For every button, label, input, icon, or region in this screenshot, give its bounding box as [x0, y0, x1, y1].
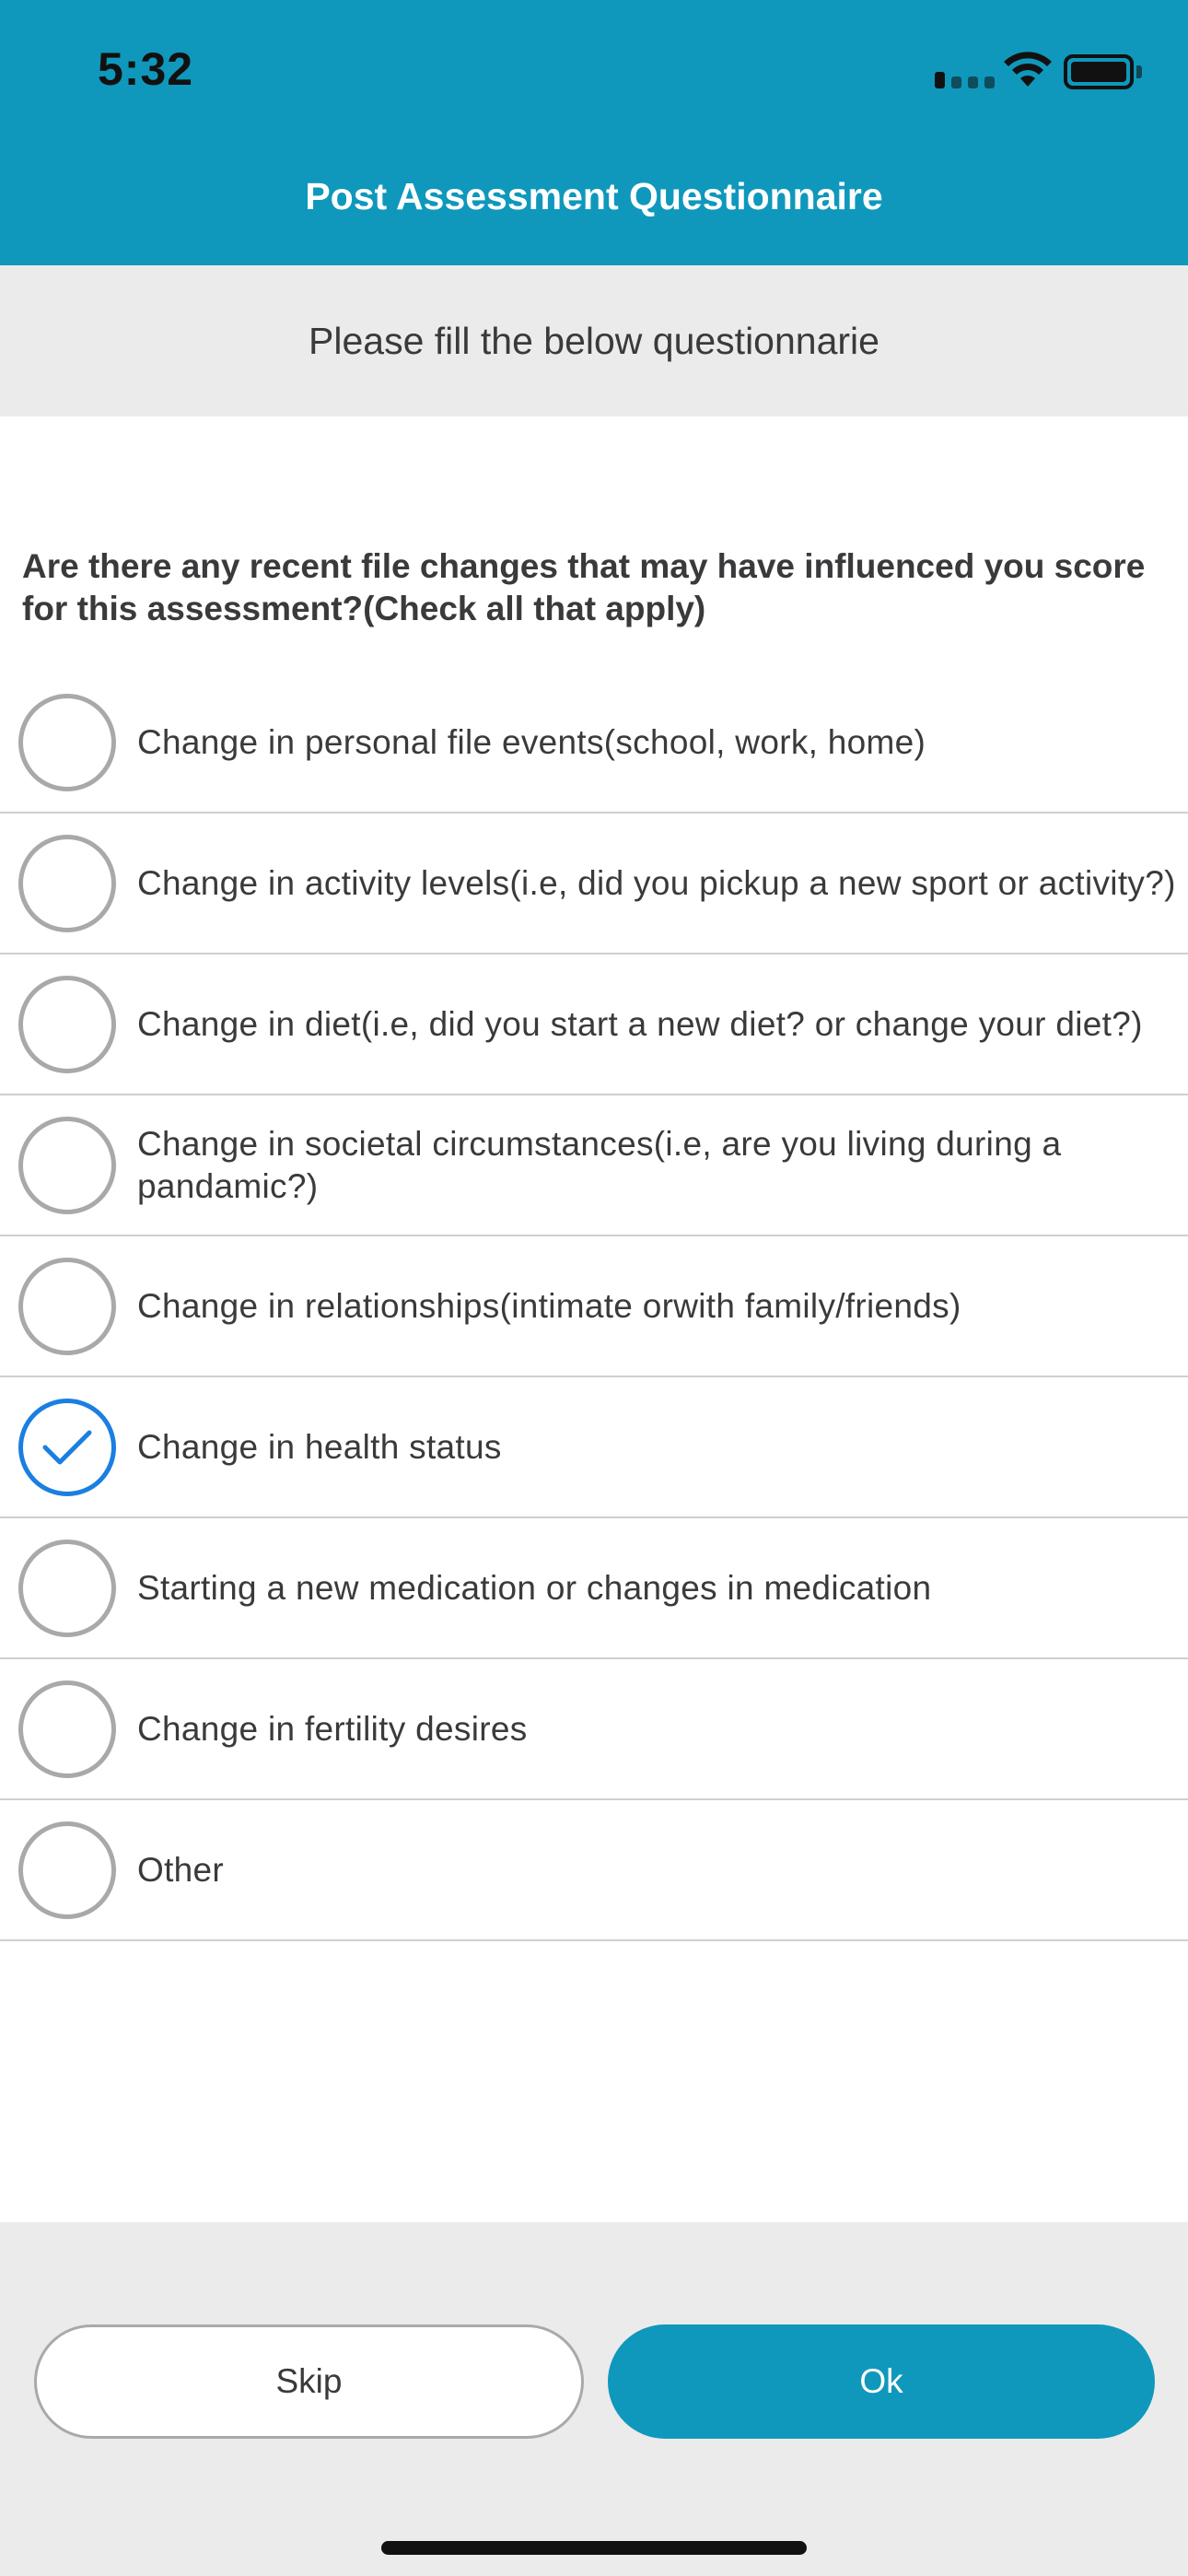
checkbox-circle-icon[interactable] — [18, 975, 116, 1073]
app-header: 5:32 Post Assessment Questionnaire — [0, 0, 1188, 265]
page-title: Post Assessment Questionnaire — [305, 175, 883, 217]
question-text: Are there any recent file changes that m… — [22, 547, 1146, 627]
option-activity-levels[interactable]: Change in activity levels(i.e, did you p… — [0, 814, 1188, 954]
options-list: Change in personal file events(school, w… — [0, 673, 1188, 1941]
option-label: Change in diet(i.e, did you start a new … — [137, 1004, 1143, 1043]
option-other[interactable]: Other — [0, 1800, 1188, 1941]
option-personal-file-events[interactable]: Change in personal file events(school, w… — [0, 673, 1188, 814]
option-label: Other — [137, 1850, 225, 1889]
option-label: Change in fertility desires — [137, 1709, 528, 1748]
ok-button[interactable]: Ok — [608, 2324, 1155, 2439]
checkbox-circle-icon[interactable] — [18, 1257, 116, 1355]
checkbox-checked-icon[interactable] — [18, 1398, 116, 1496]
option-health-status[interactable]: Change in health status — [0, 1377, 1188, 1518]
skip-button[interactable]: Skip — [34, 2324, 584, 2439]
option-label: Starting a new medication or changes in … — [137, 1568, 932, 1607]
option-label: Change in personal file events(school, w… — [137, 722, 926, 761]
checkmark-icon — [42, 1430, 92, 1464]
instruction-text: Please fill the below questionnarie — [309, 319, 879, 362]
option-label: Change in societal circumstances(i.e, ar… — [137, 1124, 1062, 1205]
option-label: Change in relationships(intimate orwith … — [137, 1286, 961, 1325]
option-relationships[interactable]: Change in relationships(intimate orwith … — [0, 1236, 1188, 1377]
checkbox-circle-icon[interactable] — [18, 693, 116, 791]
option-diet[interactable]: Change in diet(i.e, did you start a new … — [0, 954, 1188, 1095]
checkbox-circle-icon[interactable] — [18, 1539, 116, 1637]
instruction-banner: Please fill the below questionnarie — [0, 265, 1188, 416]
home-indicator[interactable] — [381, 2541, 807, 2555]
option-medication[interactable]: Starting a new medication or changes in … — [0, 1518, 1188, 1659]
wifi-icon — [1004, 52, 1052, 87]
checkbox-circle-icon[interactable] — [18, 1821, 116, 1919]
option-label: Change in activity levels(i.e, did you p… — [137, 863, 1176, 902]
checkbox-circle-icon[interactable] — [18, 1116, 116, 1214]
battery-icon — [1064, 54, 1134, 89]
option-label: Change in health status — [137, 1427, 502, 1466]
signal-icon — [935, 72, 995, 88]
checkbox-circle-icon[interactable] — [18, 1680, 116, 1778]
option-fertility-desires[interactable]: Change in fertility desires — [0, 1659, 1188, 1800]
battery-tip — [1136, 65, 1142, 78]
status-time: 5:32 — [98, 43, 194, 95]
option-societal-circumstances[interactable]: Change in societal circumstances(i.e, ar… — [0, 1095, 1188, 1236]
checkbox-circle-icon[interactable] — [18, 834, 116, 932]
